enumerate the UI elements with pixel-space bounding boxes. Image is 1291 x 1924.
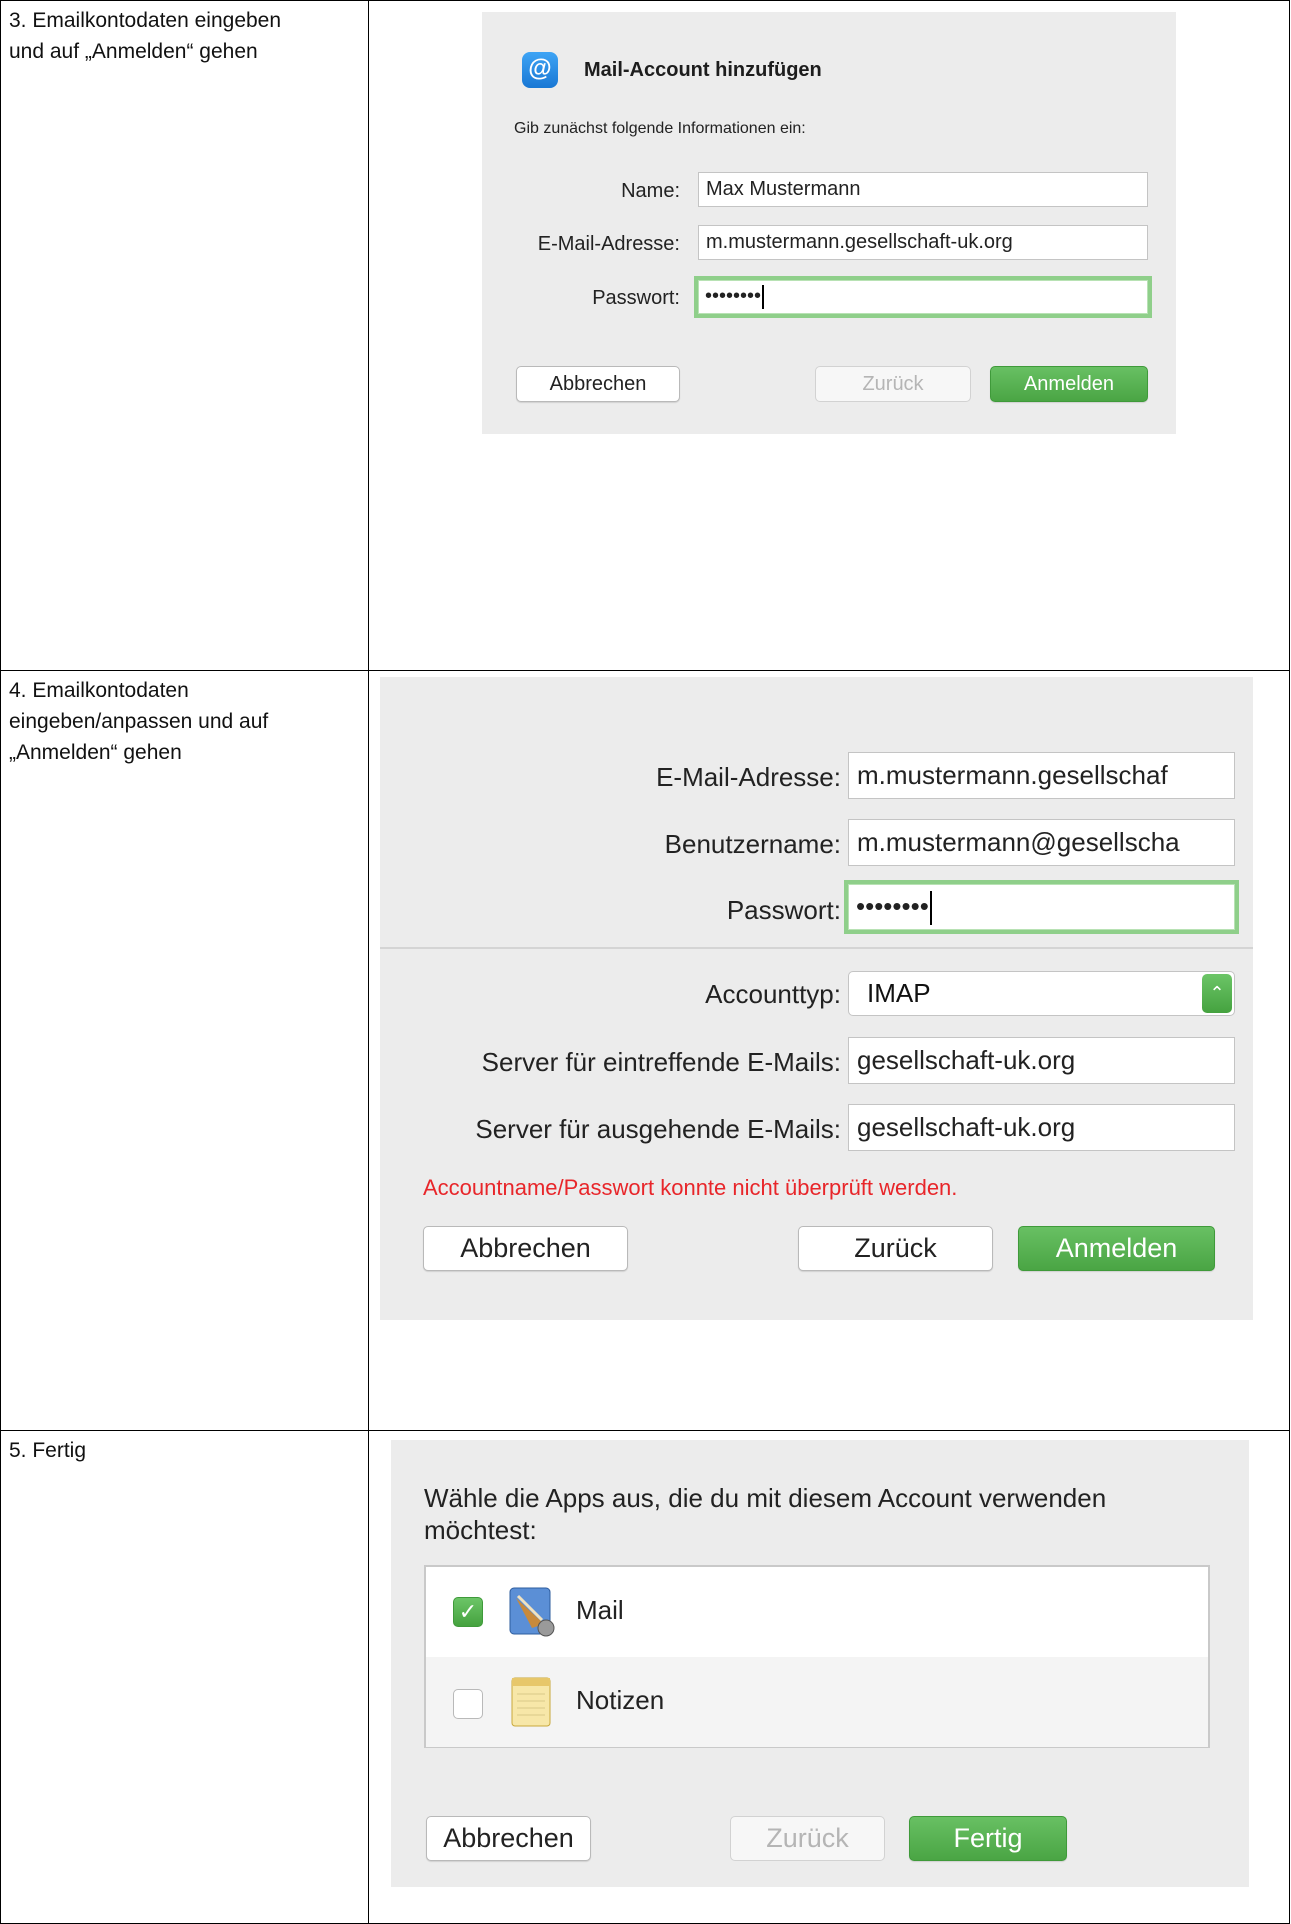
incoming-server-label: Server für eintreffende E-Mails: bbox=[481, 1047, 841, 1077]
password-label: Passwort: bbox=[592, 287, 680, 309]
app-label-mail: Mail bbox=[576, 1595, 624, 1625]
text-caret bbox=[762, 284, 765, 309]
text-caret bbox=[929, 891, 932, 926]
password-dots: •••••••• bbox=[856, 891, 929, 921]
account-settings-dialog: E-Mail-Adresse: m.mustermann.gesellschaf… bbox=[380, 677, 1253, 1320]
password-field[interactable]: •••••••• bbox=[844, 880, 1239, 934]
dialog-intro: Gib zunächst folgende Informationen ein: bbox=[514, 120, 806, 137]
email-label: E-Mail-Adresse: bbox=[537, 233, 680, 255]
step-cell: 4. Emailkontodaten eingeben/anpassen und… bbox=[0, 670, 369, 1431]
error-message: Accountname/Passwort konnte nicht überpr… bbox=[423, 1175, 958, 1200]
cancel-button[interactable]: Abbrechen bbox=[426, 1816, 591, 1861]
account-type-value: IMAP bbox=[867, 978, 931, 1008]
outgoing-server-field[interactable]: gesellschaft-uk.org bbox=[848, 1104, 1235, 1151]
app-label-notes: Notizen bbox=[576, 1685, 665, 1715]
account-type-select[interactable]: IMAP ⌃ bbox=[848, 971, 1235, 1016]
cancel-button[interactable]: Abbrechen bbox=[516, 366, 680, 402]
back-button[interactable]: Zurück bbox=[798, 1226, 993, 1271]
email-field[interactable]: m.mustermann.gesellschaft-uk.org bbox=[698, 225, 1148, 260]
login-button[interactable]: Anmelden bbox=[1018, 1226, 1215, 1271]
incoming-server-field[interactable]: gesellschaft-uk.org bbox=[848, 1037, 1235, 1084]
username-field[interactable]: m.mustermann@gesellscha bbox=[848, 819, 1235, 866]
section-divider bbox=[380, 947, 1253, 949]
back-button[interactable]: Zurück bbox=[730, 1816, 885, 1861]
cancel-button[interactable]: Abbrechen bbox=[423, 1226, 628, 1271]
add-mail-account-dialog: @ Mail-Account hinzufügen Gib zunächst f… bbox=[482, 12, 1176, 434]
name-label: Name: bbox=[621, 180, 680, 202]
mail-at-icon: @ bbox=[522, 52, 558, 88]
email-label: E-Mail-Adresse: bbox=[656, 762, 841, 792]
back-button[interactable]: Zurück bbox=[815, 366, 971, 402]
email-field[interactable]: m.mustermann.gesellschaf bbox=[848, 752, 1235, 799]
step-text: 5. Fertig bbox=[9, 1439, 87, 1462]
outgoing-server-label: Server für ausgehende E-Mails: bbox=[475, 1114, 841, 1144]
app-selection-prompt: Wähle die Apps aus, die du mit diesem Ac… bbox=[424, 1483, 1107, 1545]
checkbox-unchecked-notes[interactable] bbox=[453, 1689, 483, 1719]
list-item[interactable]: ✓ Mail bbox=[426, 1567, 1208, 1657]
step-text: 3. Emailkontodaten eingeben und auf „Anm… bbox=[9, 9, 282, 63]
password-label: Passwort: bbox=[726, 895, 841, 925]
list-item[interactable]: Notizen bbox=[426, 1657, 1208, 1747]
chevron-updown-icon: ⌃ bbox=[1202, 974, 1232, 1013]
step-text: 4. Emailkontodaten eingeben/anpassen und… bbox=[9, 679, 269, 764]
account-type-label: Accounttyp: bbox=[705, 979, 841, 1009]
password-dots: •••••••• bbox=[705, 285, 762, 307]
step-cell: 3. Emailkontodaten eingeben und auf „Anm… bbox=[0, 0, 369, 671]
step-cell: 5. Fertig bbox=[0, 1430, 369, 1924]
checkbox-checked-mail[interactable]: ✓ bbox=[453, 1597, 483, 1627]
notes-app-icon bbox=[511, 1677, 551, 1727]
username-label: Benutzername: bbox=[664, 829, 841, 859]
password-field[interactable]: •••••••• bbox=[694, 276, 1152, 318]
done-button[interactable]: Fertig bbox=[909, 1816, 1067, 1861]
app-list: ✓ Mail Notizen bbox=[424, 1565, 1210, 1748]
login-button[interactable]: Anmelden bbox=[990, 366, 1148, 402]
name-field[interactable]: Max Mustermann bbox=[698, 172, 1148, 207]
app-selection-dialog: Wähle die Apps aus, die du mit diesem Ac… bbox=[391, 1440, 1249, 1887]
mail-app-icon bbox=[509, 1587, 555, 1637]
dialog-title: Mail-Account hinzufügen bbox=[584, 59, 822, 81]
